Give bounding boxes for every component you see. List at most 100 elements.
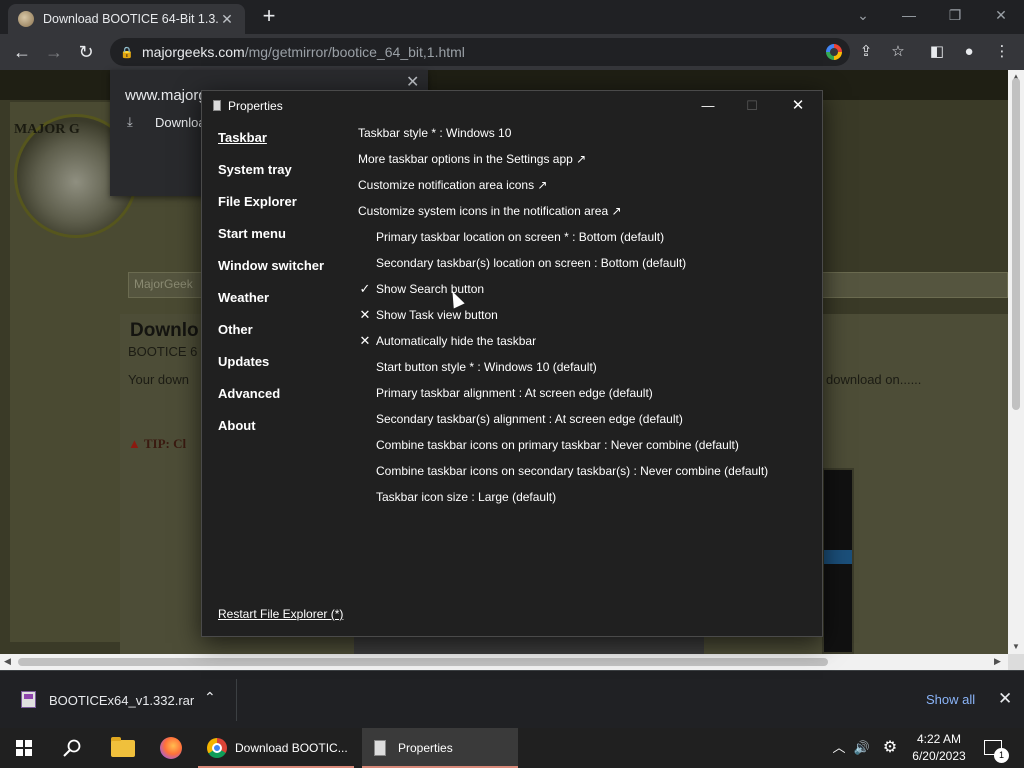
taskbar-properties-button[interactable]: Properties — [362, 728, 518, 768]
site-search-placeholder: MajorGeek — [134, 277, 193, 291]
nav-item-start-menu[interactable]: Start menu — [218, 225, 368, 257]
scroll-right-arrow-icon[interactable]: ▶ — [994, 656, 1001, 667]
show-hidden-icons-chevron-icon[interactable]: ︿ — [830, 728, 848, 768]
nav-item-window-switcher[interactable]: Window switcher — [218, 257, 368, 289]
window-restore-button[interactable]: ❐ — [932, 0, 978, 30]
taskbar-option-label: Taskbar style * : Windows 10 — [358, 126, 512, 140]
taskbar-option-label: Automatically hide the taskbar — [376, 334, 537, 348]
nav-item-advanced[interactable]: Advanced — [218, 385, 368, 417]
taskbar-option-label: Show Task view button — [376, 308, 498, 322]
taskbar-chrome-button[interactable]: Download BOOTIC... — [198, 728, 354, 768]
window-minimize-button[interactable]: — — [886, 0, 932, 30]
volume-icon[interactable]: 🔊 — [852, 728, 872, 768]
shelf-divider — [236, 679, 237, 721]
taskbar-option[interactable]: ✕ Show Task view button — [358, 307, 808, 333]
taskbar-option-label: Primary taskbar location on screen * : B… — [376, 230, 665, 244]
settings-nav: Taskbar System tray File Explorer Start men… — [218, 129, 368, 449]
download-filename[interactable]: BOOTICEx64_v1.332.rar — [49, 693, 194, 708]
dialog-titlebar[interactable]: Properties — ☐ ✕ — [202, 91, 822, 121]
reload-icon[interactable]: ↻ — [72, 38, 100, 66]
rar-file-icon — [21, 691, 36, 708]
properties-dialog: Properties — ☐ ✕ Taskbar System tray File … — [201, 90, 823, 637]
share-icon[interactable]: ⇪ — [854, 40, 878, 64]
dialog-minimize-button[interactable]: — — [686, 93, 730, 119]
taskbar-clock[interactable]: 4:22 AM 6/20/2023 — [908, 731, 970, 765]
taskbar-chrome-label: Download BOOTIC... — [235, 741, 348, 755]
browser-toolbar: ← → ↻ 🔒 majorgeeks.com/mg/getmirror/boot… — [0, 34, 1024, 70]
google-lens-icon[interactable] — [826, 44, 842, 60]
download-bubble-item[interactable]: Downloa — [155, 115, 206, 130]
taskbar-option[interactable]: ✕ Automatically hide the taskbar — [358, 333, 808, 359]
site-favicon-icon — [18, 11, 34, 27]
taskbar-option[interactable]: Customize notification area icons ↗ — [358, 177, 808, 203]
tab-close-icon[interactable]: ✕ — [219, 11, 235, 28]
windows-start-icon[interactable] — [16, 740, 32, 756]
back-arrow-icon[interactable]: ← — [8, 38, 36, 66]
file-explorer-icon[interactable] — [111, 737, 135, 757]
shelf-close-icon[interactable]: ✕ — [998, 689, 1012, 709]
taskbar-option[interactable]: Primary taskbar alignment : At screen ed… — [358, 385, 808, 411]
dialog-close-button[interactable]: ✕ — [776, 93, 820, 119]
taskbar-option[interactable]: Combine taskbar icons on primary taskbar… — [358, 437, 808, 463]
vertical-scrollbar[interactable]: ▲ ▼ — [1008, 70, 1024, 654]
download-bubble-close-icon[interactable]: ✕ — [406, 72, 419, 92]
menu-kebab-icon[interactable]: ⋮ — [990, 40, 1014, 64]
firefox-icon[interactable] — [160, 737, 182, 759]
taskbar-option-label: Secondary taskbar(s) location on screen … — [376, 256, 687, 270]
site-image-strip — [354, 636, 704, 654]
scrollbar-corner — [1008, 654, 1024, 670]
cross-icon: ✕ — [359, 307, 371, 322]
site-heading: Downlo — [130, 320, 199, 341]
nav-item-taskbar[interactable]: Taskbar — [218, 129, 368, 161]
window-close-button[interactable]: ✕ — [978, 0, 1024, 30]
taskbar-option[interactable]: Secondary taskbar(s) location on screen … — [358, 255, 808, 281]
horizontal-scroll-thumb[interactable] — [18, 658, 828, 666]
search-icon[interactable] — [62, 738, 82, 758]
taskbar-properties-label: Properties — [398, 741, 453, 755]
taskbar-option[interactable]: Combine taskbar icons on secondary taskb… — [358, 463, 808, 489]
windows-taskbar: Download BOOTIC... Properties ︿ 🔊 ⚙ 4:22… — [0, 728, 1024, 768]
tab-strip: Download BOOTICE 64-Bit 1.3.3... ✕ + ⌄ —… — [0, 0, 1024, 34]
new-tab-button[interactable]: + — [258, 5, 280, 28]
taskbar-option[interactable]: More taskbar options in the Settings app… — [358, 151, 808, 177]
taskbar-option[interactable]: Start button style * : Windows 10 (defau… — [358, 359, 808, 385]
nav-item-other[interactable]: Other — [218, 321, 368, 353]
taskbar-option[interactable]: ✓ Show Search button — [358, 281, 808, 307]
side-panel-icon[interactable]: ◧ — [925, 40, 949, 64]
dialog-title: Properties — [228, 99, 283, 113]
scroll-left-arrow-icon[interactable]: ◀ — [4, 656, 11, 667]
taskbar-option-label: Combine taskbar icons on primary taskbar… — [376, 438, 739, 452]
clock-date: 6/20/2023 — [912, 749, 966, 763]
scroll-down-arrow-icon[interactable]: ▼ — [1008, 642, 1024, 651]
taskbar-option[interactable]: Secondary taskbar(s) alignment : At scre… — [358, 411, 808, 437]
nav-item-about[interactable]: About — [218, 417, 368, 449]
taskbar-option[interactable]: Taskbar style * : Windows 10 — [358, 125, 808, 151]
restart-explorer-link[interactable]: Restart File Explorer (*) — [218, 607, 343, 621]
profile-icon[interactable]: ● — [957, 40, 981, 64]
nav-item-system-tray[interactable]: System tray — [218, 161, 368, 193]
taskbar-option[interactable]: Taskbar icon size : Large (default) — [358, 489, 808, 515]
show-all-link[interactable]: Show all — [926, 692, 975, 707]
taskbar-option[interactable]: Primary taskbar location on screen * : B… — [358, 229, 808, 255]
taskbar-option-label: Customize system icons in the notificati… — [358, 204, 622, 218]
settings-gear-icon[interactable]: ⚙ — [880, 728, 900, 768]
address-bar[interactable]: 🔒 majorgeeks.com/mg/getmirror/bootice_64… — [110, 38, 850, 66]
site-screenshot-image — [822, 468, 854, 654]
chevron-up-icon[interactable]: ⌃ — [204, 689, 216, 706]
properties-icon — [374, 740, 386, 756]
taskbar-options-list: Taskbar style * : Windows 10 More taskbar… — [358, 125, 808, 515]
taskbar-option[interactable]: Customize system icons in the notificati… — [358, 203, 808, 229]
bookmark-star-icon[interactable]: ☆ — [886, 40, 910, 64]
forward-arrow-icon[interactable]: → — [40, 38, 68, 66]
vertical-scroll-thumb[interactable] — [1012, 78, 1020, 410]
warning-icon: ▲ — [128, 436, 141, 451]
tab-search-chevron-icon[interactable]: ⌄ — [840, 0, 886, 30]
browser-tab[interactable]: Download BOOTICE 64-Bit 1.3.3... ✕ — [8, 4, 245, 34]
nav-item-weather[interactable]: Weather — [218, 289, 368, 321]
download-bubble-host: www.majorg — [125, 87, 207, 104]
lock-icon[interactable]: 🔒 — [118, 46, 136, 59]
nav-item-updates[interactable]: Updates — [218, 353, 368, 385]
clock-time: 4:22 AM — [916, 732, 962, 746]
horizontal-scrollbar[interactable]: ◀ ▶ — [0, 654, 1008, 670]
nav-item-file-explorer[interactable]: File Explorer — [218, 193, 368, 225]
